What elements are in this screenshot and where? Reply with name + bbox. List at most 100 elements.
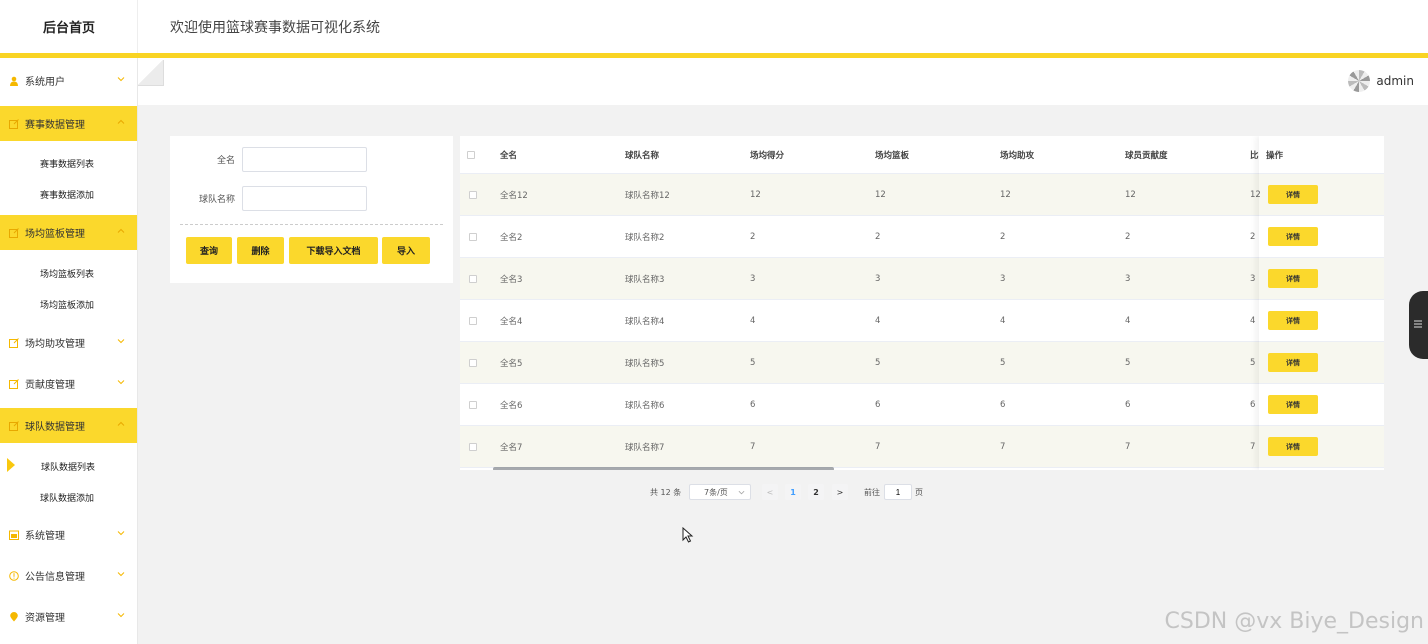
page-button-2[interactable]: 2 — [808, 484, 824, 500]
sidebar-item-rebound[interactable]: 场均篮板管理 — [0, 215, 137, 250]
sidebar-item-label: 场均篮板管理 — [25, 229, 85, 240]
location-icon — [9, 611, 19, 622]
table-cell: 4 — [1125, 316, 1131, 326]
table-cell: 5 — [1250, 358, 1256, 368]
table-row[interactable]: 全名7 球队名称7 7 7 7 7 7 — [460, 426, 1384, 468]
sidebar-item-system-users[interactable]: 系统用户 — [0, 63, 137, 98]
prev-page-button[interactable]: < — [762, 484, 778, 500]
sidebar-item-team-data[interactable]: 球队数据管理 — [0, 408, 137, 443]
table-row[interactable]: 全名6 球队名称6 6 6 6 6 6 — [460, 384, 1384, 426]
sidebar-subitem-team-data-add[interactable]: 球队数据添加 — [0, 482, 137, 512]
sidebar-subitem-match-data-list[interactable]: 赛事数据列表 — [0, 148, 137, 178]
table-cell: 6 — [750, 400, 756, 410]
table-cell: 4 — [750, 316, 756, 326]
table-row[interactable]: 全名12 球队名称12 12 12 12 12 12 — [460, 174, 1384, 216]
sub-header — [138, 58, 1428, 105]
sidebar-item-match-data[interactable]: 赛事数据管理 — [0, 106, 137, 141]
edit-icon — [9, 420, 19, 431]
table-cell: 7 — [1000, 442, 1006, 452]
table-row[interactable]: 全名5 球队名称5 5 5 5 5 5 — [460, 342, 1384, 384]
row-checkbox[interactable] — [469, 426, 477, 468]
sidebar-item-resource[interactable]: 资源管理 — [0, 599, 137, 634]
table-cell: 6 — [1000, 400, 1006, 410]
column-header[interactable]: 球员贡献度 — [1125, 136, 1168, 174]
table-cell: 球队名称2 — [625, 233, 665, 243]
table-row[interactable]: 全名2 球队名称2 2 2 2 2 2 — [460, 216, 1384, 258]
table-cell: 球队名称7 — [625, 443, 665, 453]
row-checkbox[interactable] — [469, 300, 477, 342]
table-row[interactable]: 全名4 球队名称4 4 4 4 4 4 — [460, 300, 1384, 342]
sidebar-subitem-team-data-list[interactable]: 球队数据列表 — [0, 451, 137, 481]
table-cell: 6 — [875, 400, 881, 410]
table-cell: 5 — [1000, 358, 1006, 368]
team-name-input[interactable] — [242, 186, 367, 211]
table-cell: 12 — [1125, 190, 1136, 200]
row-checkbox[interactable] — [469, 258, 477, 300]
table-cell: 球队名称3 — [625, 275, 665, 285]
table-cell: 全名12 — [500, 191, 528, 201]
row-checkbox[interactable] — [469, 342, 477, 384]
goto-page-input[interactable] — [884, 484, 912, 500]
sidebar-subitem-rebound-add[interactable]: 场均篮板添加 — [0, 289, 137, 319]
table-row[interactable]: 全名3 球队名称3 3 3 3 3 3 — [460, 258, 1384, 300]
sidebar-subitem-rebound-list[interactable]: 场均篮板列表 — [0, 258, 137, 288]
sidebar-item-label: 公告信息管理 — [25, 572, 85, 583]
watermark: CSDN @vx Biye_Design — [1164, 609, 1424, 634]
brand-title[interactable]: 后台首页 — [0, 0, 138, 53]
chevron-down-icon — [117, 531, 125, 536]
column-header[interactable]: 场均助攻 — [1000, 136, 1034, 174]
row-checkbox[interactable] — [469, 174, 477, 216]
divider — [180, 224, 443, 225]
row-checkbox[interactable] — [469, 384, 477, 426]
user-menu[interactable]: admin — [1348, 70, 1414, 92]
info-icon — [9, 570, 19, 581]
page-button-1[interactable]: 1 — [785, 484, 801, 500]
goto-label: 前往 — [864, 487, 880, 497]
next-page-button[interactable]: > — [832, 484, 848, 500]
chevron-down-icon — [117, 613, 125, 618]
detail-button[interactable]: 详情 — [1268, 395, 1318, 414]
fullname-input[interactable] — [242, 147, 367, 172]
table-cell: 5 — [875, 358, 881, 368]
edit-icon — [9, 227, 19, 238]
detail-button[interactable]: 详情 — [1268, 311, 1318, 330]
floating-menu-handle[interactable] — [1409, 291, 1428, 359]
delete-button[interactable]: 删除 — [237, 237, 284, 264]
detail-button[interactable]: 详情 — [1268, 269, 1318, 288]
row-checkbox[interactable] — [469, 216, 477, 258]
sidebar-subitem-match-data-add[interactable]: 赛事数据添加 — [0, 179, 137, 209]
detail-button[interactable]: 详情 — [1268, 437, 1318, 456]
sidebar-item-contribution[interactable]: 贡献度管理 — [0, 366, 137, 401]
table-cell: 3 — [875, 274, 881, 284]
sidebar-item-system-management[interactable]: 系统管理 — [0, 517, 137, 552]
import-button[interactable]: 导入 — [382, 237, 430, 264]
sidebar-item-notice[interactable]: 公告信息管理 — [0, 558, 137, 593]
table-cell: 6 — [1250, 400, 1256, 410]
top-header: 后台首页 欢迎使用篮球赛事数据可视化系统 — [0, 0, 1428, 53]
horizontal-scrollbar[interactable] — [493, 467, 834, 470]
collapse-sidebar-icon[interactable] — [138, 60, 164, 86]
query-button[interactable]: 查询 — [186, 237, 232, 264]
column-header[interactable]: 全名 — [500, 136, 517, 174]
detail-button[interactable]: 详情 — [1268, 353, 1318, 372]
table-cell: 全名2 — [500, 233, 523, 243]
download-template-button[interactable]: 下载导入文档 — [289, 237, 378, 264]
chevron-down-icon — [738, 490, 745, 495]
page-size-select[interactable]: 7条/页 — [689, 484, 751, 500]
table-cell: 全名5 — [500, 359, 523, 369]
column-header[interactable]: 场均得分 — [750, 136, 784, 174]
column-header[interactable]: 场均篮板 — [875, 136, 909, 174]
select-all-checkbox[interactable] — [467, 136, 475, 174]
column-header[interactable]: 球队名称 — [625, 136, 659, 174]
detail-button[interactable]: 详情 — [1268, 185, 1318, 204]
search-row-fullname: 全名 — [170, 147, 453, 172]
table-cell: 2 — [750, 232, 756, 242]
sidebar-item-assist[interactable]: 场均助攻管理 — [0, 325, 137, 360]
table-cell: 全名4 — [500, 317, 523, 327]
column-header[interactable]: 比 — [1250, 136, 1259, 174]
table-cell: 3 — [1000, 274, 1006, 284]
team-name-label: 球队名称 — [198, 195, 235, 205]
table-header: 全名 球队名称 场均得分 场均篮板 场均助攻 球员贡献度 比 操作 — [460, 136, 1384, 174]
detail-button[interactable]: 详情 — [1268, 227, 1318, 246]
sidebar-item-label: 系统用户 — [25, 77, 65, 88]
